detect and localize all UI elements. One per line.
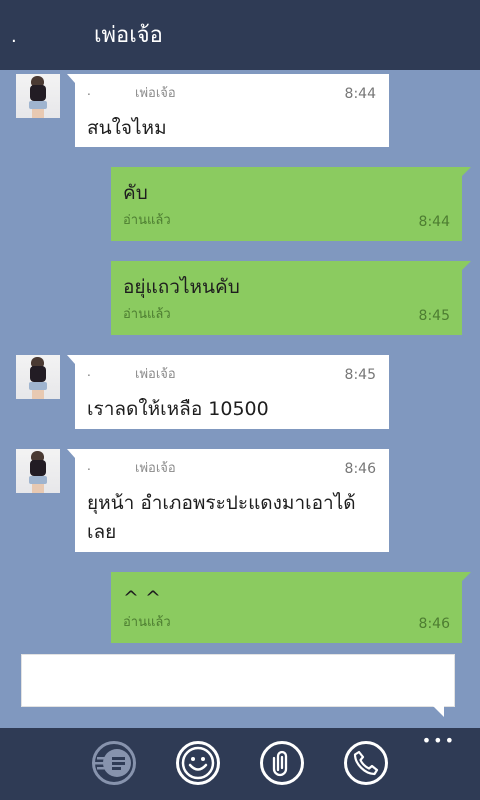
message-time: 8:44 <box>344 86 376 102</box>
message-time: 8:45 <box>418 308 450 324</box>
message-text: อยุ่แถวไหนคับ <box>123 276 240 298</box>
message-text: เราลดให้เหลือ 10500 <box>87 398 269 420</box>
message-composer <box>21 654 455 717</box>
attach-icon <box>272 750 288 777</box>
incoming-message[interactable]: . เพ่อเจ้อ 8:45 เราลดให้เหลือ 10500 <box>67 355 389 429</box>
sender-name: เพ่อเจ้อ <box>135 86 176 101</box>
more-button[interactable]: ••• <box>422 733 456 749</box>
contact-avatar[interactable] <box>16 74 60 118</box>
message-time: 8:45 <box>344 367 376 383</box>
emoji-button[interactable] <box>176 741 220 785</box>
message-text: สนใจไหม <box>87 117 167 139</box>
quick-reply-icon <box>95 749 131 777</box>
outgoing-message[interactable]: ^ ^ อ่านแล้ว 8:46 <box>111 572 471 643</box>
emoji-icon <box>181 746 215 780</box>
app-bar: ••• <box>0 728 480 800</box>
sender-dot: . <box>87 84 91 98</box>
message-text: ^ ^ <box>123 587 161 609</box>
quick-reply-button[interactable] <box>92 741 136 785</box>
phone-icon <box>353 750 379 776</box>
read-status: อ่านแล้ว <box>123 615 171 630</box>
contact-avatar[interactable] <box>16 449 60 493</box>
message-time: 8:46 <box>344 461 376 477</box>
app-header: . เพ่อเจ้อ <box>0 0 480 70</box>
message-input[interactable] <box>22 655 454 706</box>
outgoing-message[interactable]: คับ อ่านแล้ว 8:44 <box>111 167 471 241</box>
read-status: อ่านแล้ว <box>123 307 171 322</box>
attach-button[interactable] <box>260 741 304 785</box>
chat-area[interactable]: . เพ่อเจ้อ 8:44 สนใจไหม คับ อ่านแล้ว 8:4… <box>0 70 480 728</box>
contact-avatar[interactable] <box>16 355 60 399</box>
message-time: 8:44 <box>418 214 450 230</box>
message-text: ยุหน้า อำเภอพระปะแดงมาเอาได้เลย <box>87 492 356 543</box>
message-time: 8:46 <box>418 616 450 632</box>
header-dot: . <box>11 26 17 47</box>
read-status: อ่านแล้ว <box>123 213 171 228</box>
outgoing-message[interactable]: อยุ่แถวไหนคับ อ่านแล้ว 8:45 <box>111 261 471 335</box>
sender-name: เพ่อเจ้อ <box>135 461 176 476</box>
incoming-message[interactable]: . เพ่อเจ้อ 8:46 ยุหน้า อำเภอพระปะแดงมาเอ… <box>67 449 389 552</box>
incoming-message[interactable]: . เพ่อเจ้อ 8:44 สนใจไหม <box>67 74 389 147</box>
call-button[interactable] <box>344 741 388 785</box>
chat-title[interactable]: เพ่อเจ้อ <box>94 22 163 50</box>
sender-dot: . <box>87 365 91 379</box>
message-text: คับ <box>123 182 148 204</box>
sender-name: เพ่อเจ้อ <box>135 367 176 382</box>
sender-dot: . <box>87 459 91 473</box>
